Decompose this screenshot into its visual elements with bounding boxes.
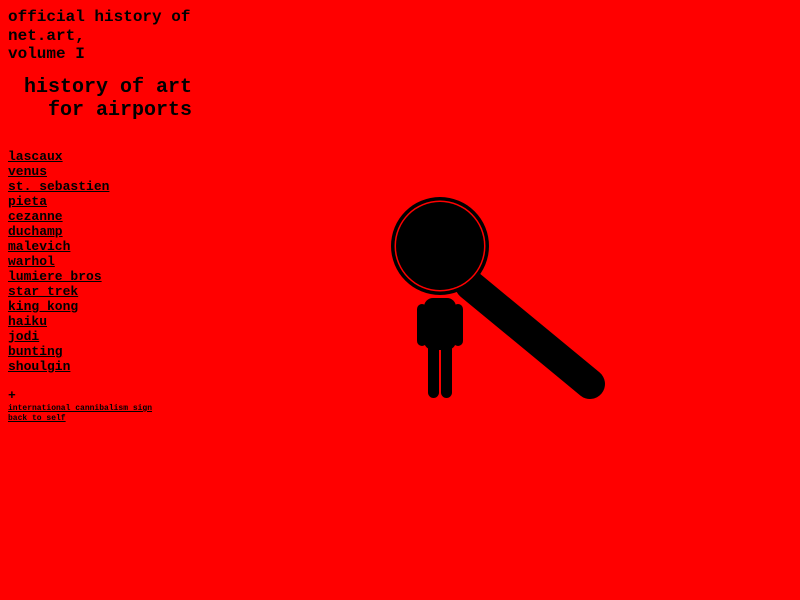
link-pieta[interactable]: pieta	[8, 194, 109, 209]
title-line-1: official history of	[8, 8, 191, 26]
link-king-kong[interactable]: king kong	[8, 299, 109, 314]
plus-sign: +	[8, 388, 16, 403]
link-lascaux[interactable]: lascaux	[8, 149, 109, 164]
page: official history of net.art, volume I hi…	[0, 0, 800, 600]
small-links: international cannibalism sign back to s…	[8, 404, 152, 424]
link-cezanne[interactable]: cezanne	[8, 209, 109, 224]
page-title: official history of net.art, volume I	[8, 8, 190, 64]
link-warhol[interactable]: warhol	[8, 254, 109, 269]
link-international-cannibalism-sign[interactable]: international cannibalism sign	[8, 404, 152, 414]
artwork-link-list: lascaux venus st. sebastien pieta cezann…	[8, 149, 109, 374]
link-st-sebastien[interactable]: st. sebastien	[8, 179, 109, 194]
subtitle-line-2: for airports	[47, 99, 192, 122]
link-haiku[interactable]: haiku	[8, 314, 109, 329]
link-jodi[interactable]: jodi	[8, 329, 109, 344]
link-back-to-self[interactable]: back to self	[8, 414, 152, 424]
link-malevich[interactable]: malevich	[8, 239, 109, 254]
title-line-3: volume I	[8, 45, 85, 63]
link-bunting[interactable]: bunting	[8, 344, 109, 359]
extra-section: +	[8, 389, 16, 403]
title-line-2: net.art,	[8, 26, 85, 45]
link-star-trek[interactable]: star trek	[8, 284, 109, 299]
link-lumiere-bros[interactable]: lumiere bros	[8, 269, 109, 284]
link-venus[interactable]: venus	[8, 164, 109, 179]
page-subtitle: history of art for airports	[0, 76, 192, 122]
subtitle-line-1: history of art	[23, 76, 192, 99]
link-shoulgin[interactable]: shoulgin	[8, 359, 109, 374]
link-duchamp[interactable]: duchamp	[8, 224, 109, 239]
